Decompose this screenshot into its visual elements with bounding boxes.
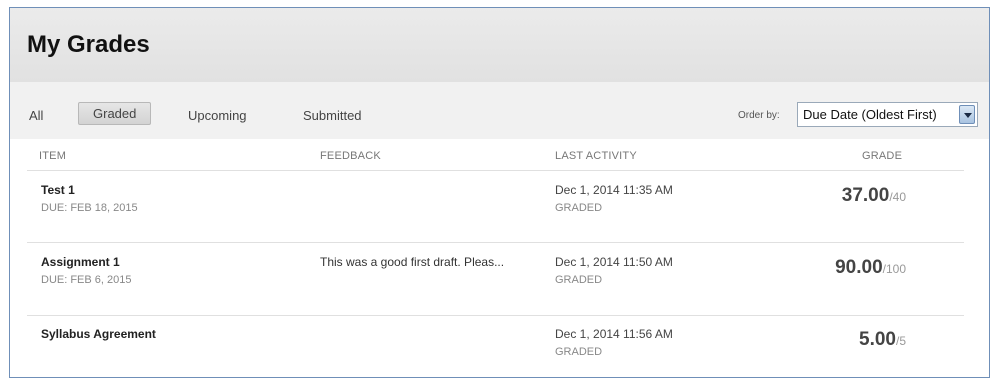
- activity-date: Dec 1, 2014 11:35 AM: [555, 183, 673, 197]
- order-by-label: Order by:: [738, 110, 780, 121]
- tab-upcoming[interactable]: Upcoming: [188, 104, 247, 127]
- table-row[interactable]: Syllabus Agreement Dec 1, 2014 11:56 AM …: [27, 316, 964, 377]
- grade-value: 5.00/5: [859, 329, 906, 351]
- item-name[interactable]: Assignment 1: [41, 255, 120, 269]
- grade-score: 90.00: [835, 257, 883, 278]
- item-name[interactable]: Test 1: [41, 183, 75, 197]
- page-title: My Grades: [27, 31, 150, 58]
- grade-value: 90.00/100: [835, 257, 906, 279]
- order-by-select[interactable]: Due Date (Oldest First): [797, 102, 978, 127]
- item-name[interactable]: Syllabus Agreement: [41, 327, 156, 341]
- grade-score: 5.00: [859, 329, 896, 350]
- activity-status: GRADED: [555, 202, 603, 214]
- order-by-value: Due Date (Oldest First): [803, 107, 937, 122]
- tab-submitted[interactable]: Submitted: [303, 104, 362, 127]
- activity-status: GRADED: [555, 346, 603, 358]
- grade-max: /40: [889, 190, 906, 204]
- grade-value: 37.00/40: [842, 185, 906, 207]
- table-row[interactable]: Assignment 1 DUE: FEB 6, 2015 This was a…: [27, 243, 964, 315]
- column-header-item: ITEM: [39, 150, 67, 162]
- tab-all[interactable]: All: [29, 104, 43, 127]
- column-header-feedback: FEEDBACK: [320, 150, 381, 162]
- table-row[interactable]: Test 1 DUE: FEB 18, 2015 Dec 1, 2014 11:…: [27, 171, 964, 243]
- tab-graded[interactable]: Graded: [78, 102, 152, 125]
- item-due-date: DUE: FEB 18, 2015: [41, 202, 138, 214]
- grade-score: 37.00: [841, 185, 890, 206]
- chevron-down-icon[interactable]: [959, 105, 975, 124]
- grade-max: /100: [882, 262, 906, 276]
- item-due-date: DUE: FEB 6, 2015: [41, 274, 132, 286]
- activity-status: GRADED: [555, 274, 603, 286]
- feedback-text[interactable]: This was a good first draft. Pleas...: [320, 255, 504, 269]
- column-header-grade: GRADE: [862, 150, 903, 162]
- grades-panel: My Grades All Graded Upcoming Submitted …: [9, 7, 990, 378]
- activity-date: Dec 1, 2014 11:50 AM: [555, 255, 673, 269]
- filter-bar: All Graded Upcoming Submitted Order by: …: [10, 82, 989, 139]
- column-header-last-activity: LAST ACTIVITY: [555, 150, 637, 162]
- activity-date: Dec 1, 2014 11:56 AM: [555, 327, 673, 341]
- grade-max: /5: [895, 334, 906, 348]
- page-header: My Grades: [10, 8, 989, 82]
